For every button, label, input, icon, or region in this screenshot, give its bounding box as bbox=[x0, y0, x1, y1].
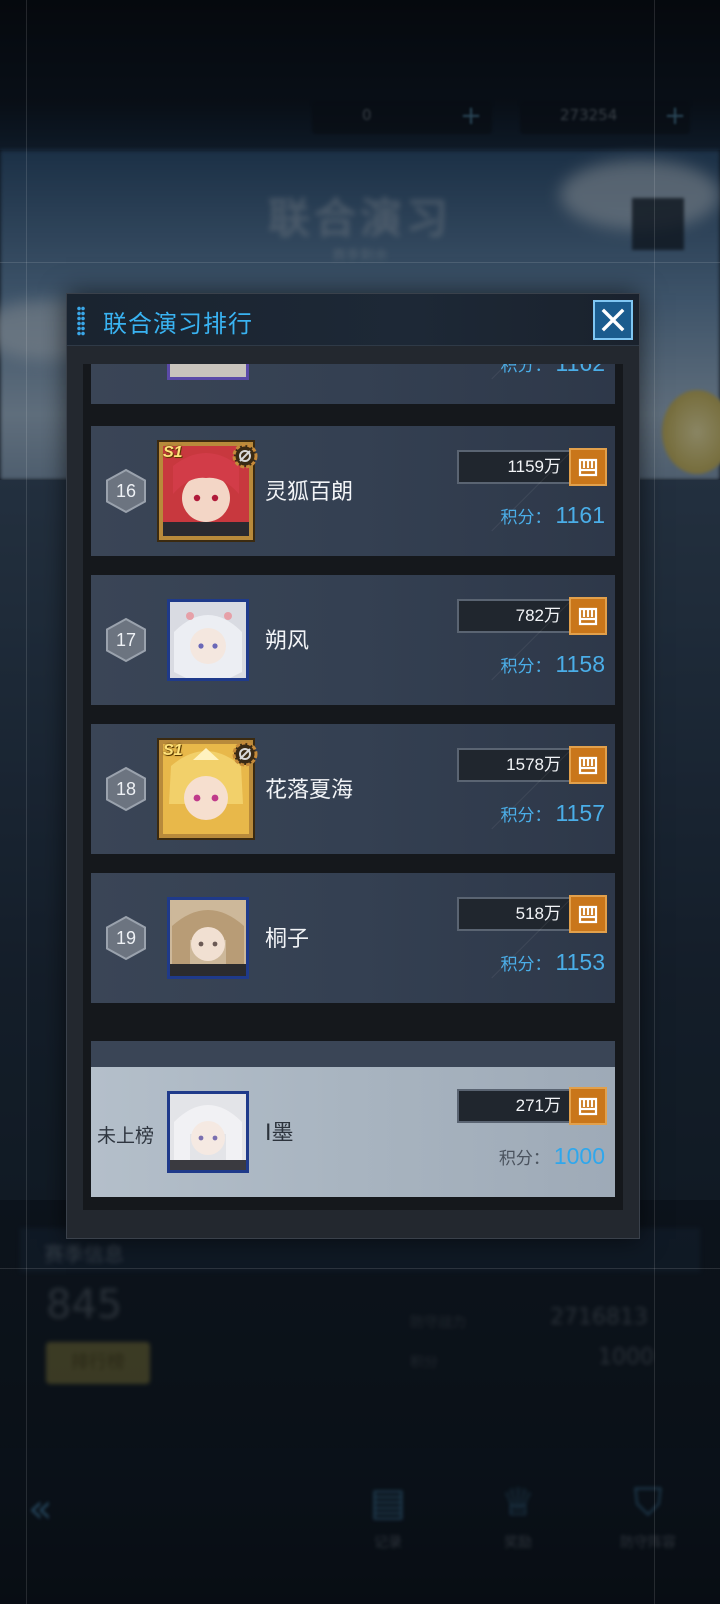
score-label: 积分： bbox=[500, 364, 552, 376]
rank-badge: 18 bbox=[103, 766, 149, 812]
modal-title: 联合演习排行 bbox=[103, 310, 253, 338]
avatar bbox=[167, 364, 249, 380]
score: 积分： 1162 bbox=[501, 364, 605, 377]
my-rank-row[interactable]: 未上榜 I墨 271万 积分： 1000 bbox=[91, 1067, 615, 1197]
combat-power: 271万 bbox=[457, 1089, 571, 1123]
rank-badge: 16 bbox=[103, 468, 149, 514]
avatar-portrait bbox=[170, 364, 246, 377]
score-value: 1161 bbox=[555, 502, 605, 528]
list-item[interactable]: 16 S1 灵狐百朗 1159万 积分： 1161 bbox=[91, 426, 615, 556]
list-item[interactable]: 19 桐子 518万 积分： 1153 bbox=[91, 873, 615, 1003]
score: 积分： 1158 bbox=[501, 651, 605, 678]
score-value: 1158 bbox=[555, 651, 605, 677]
rank-number: 16 bbox=[115, 481, 137, 501]
score-value: 1000 bbox=[553, 1143, 605, 1169]
score-value: 1162 bbox=[556, 364, 605, 376]
close-icon bbox=[601, 308, 625, 332]
score-label: 积分： bbox=[500, 657, 552, 677]
avatar bbox=[167, 897, 249, 979]
rank-status: 未上榜 bbox=[97, 1125, 155, 1147]
list-item-partial: 积分： 1162 bbox=[91, 364, 615, 404]
score: 积分： 1153 bbox=[501, 949, 605, 976]
avatar-portrait bbox=[170, 602, 246, 678]
avatar-portrait bbox=[170, 1094, 246, 1170]
avatar bbox=[167, 1091, 249, 1173]
power-icon bbox=[569, 895, 607, 933]
power-icon bbox=[569, 1087, 607, 1125]
player-name: 朔风 bbox=[265, 629, 310, 654]
leaderboard-list[interactable]: 积分： 1162 16 S1 bbox=[83, 364, 623, 1210]
close-button[interactable] bbox=[593, 300, 633, 340]
combat-power: 1578万 bbox=[457, 748, 571, 782]
grip-icon bbox=[77, 306, 85, 336]
score: 积分： 1157 bbox=[501, 800, 605, 827]
power-icon bbox=[569, 746, 607, 784]
player-name: I墨 bbox=[265, 1121, 294, 1146]
score: 积分： 1000 bbox=[499, 1143, 605, 1170]
guide-line bbox=[26, 0, 27, 1604]
score: 积分： 1161 bbox=[501, 502, 605, 529]
guide-line bbox=[0, 262, 720, 263]
score-value: 1157 bbox=[555, 800, 605, 826]
rank-number: 19 bbox=[115, 928, 137, 948]
rank-badge: 19 bbox=[103, 915, 149, 961]
score-label: 积分： bbox=[498, 1149, 550, 1169]
power-icon bbox=[569, 448, 607, 486]
avatar bbox=[167, 599, 249, 681]
season-badge: S1 bbox=[163, 742, 183, 759]
guide-line bbox=[654, 0, 655, 1604]
combat-power: 518万 bbox=[457, 897, 571, 931]
list-item[interactable]: 17 朔风 782万 积分： 1158 bbox=[91, 575, 615, 705]
combat-power: 782万 bbox=[457, 599, 571, 633]
modal-header: 联合演习排行 bbox=[67, 294, 639, 346]
score-label: 积分： bbox=[500, 955, 552, 975]
power-icon bbox=[569, 597, 607, 635]
list-item[interactable]: 18 S1 花落夏海 1578万 积分： 1157 bbox=[91, 724, 615, 854]
player-name: 花落夏海 bbox=[265, 778, 354, 803]
rank-badge: 17 bbox=[103, 617, 149, 663]
list-item-partial bbox=[91, 1041, 615, 1067]
gear-icon bbox=[231, 442, 259, 470]
rank-number: 17 bbox=[115, 630, 137, 650]
score-value: 1153 bbox=[555, 949, 605, 975]
player-name: 桐子 bbox=[265, 927, 310, 952]
rank-number: 18 bbox=[115, 779, 137, 799]
avatar-portrait bbox=[170, 900, 246, 976]
combat-power: 1159万 bbox=[457, 450, 571, 484]
score-label: 积分： bbox=[500, 508, 552, 528]
season-badge: S1 bbox=[163, 444, 183, 461]
score-label: 积分： bbox=[500, 806, 552, 826]
guide-line bbox=[0, 1268, 720, 1269]
gear-icon bbox=[231, 740, 259, 768]
player-name: 灵狐百朗 bbox=[265, 480, 354, 505]
leaderboard-modal: 联合演习排行 积分： 1162 16 bbox=[66, 293, 640, 1239]
